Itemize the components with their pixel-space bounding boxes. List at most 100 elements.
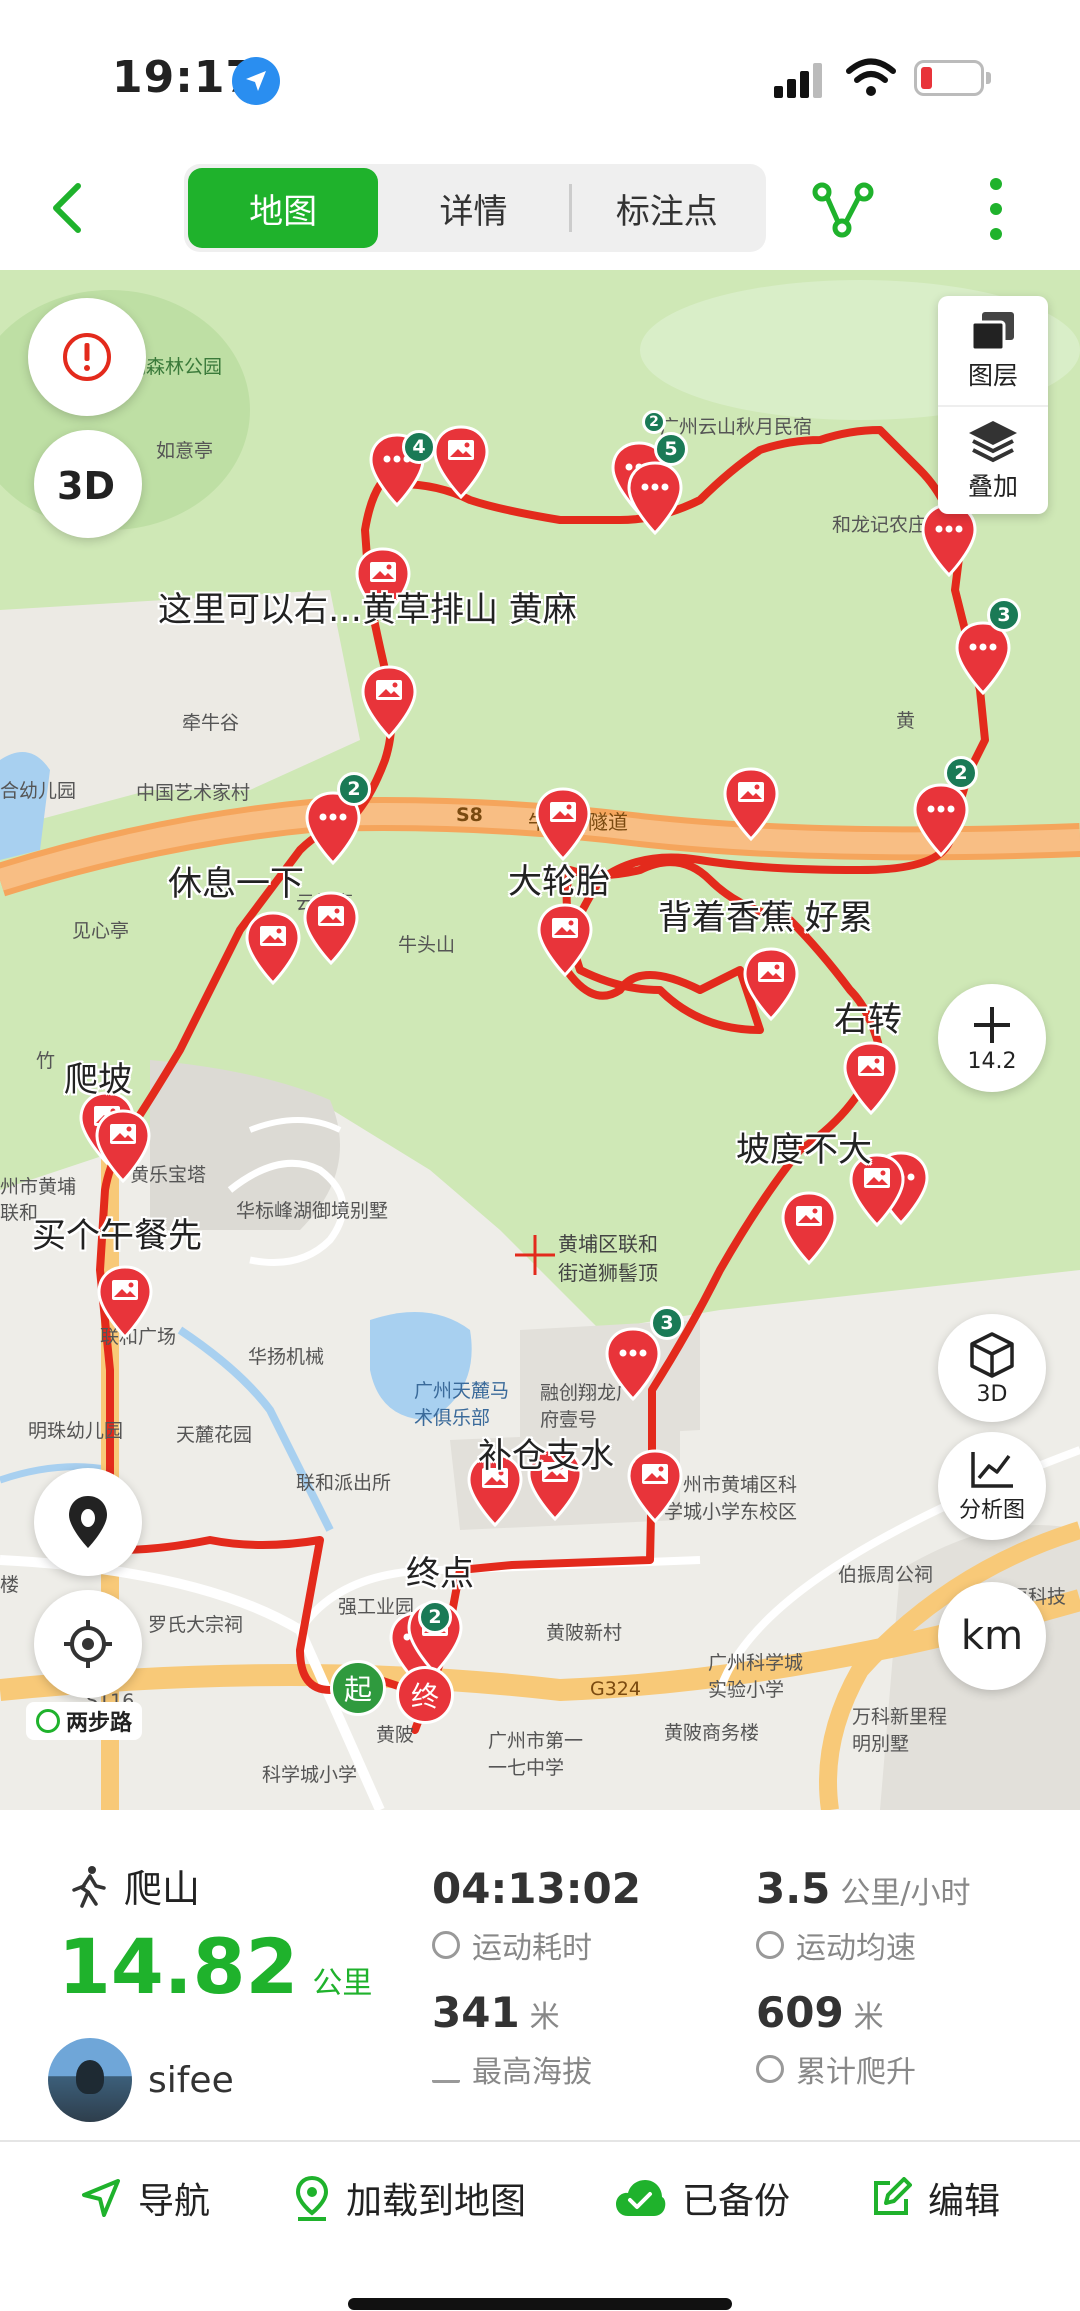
speedometer-icon <box>756 1931 784 1959</box>
map-label: 广州科学城实验小学 <box>708 1652 804 1701</box>
map-label: 如意亭 <box>156 440 214 462</box>
track-note[interactable]: 休息一下 <box>168 856 304 905</box>
photo-marker[interactable] <box>722 766 780 842</box>
map-label: 黄陂商务楼 <box>664 1722 760 1744</box>
photo-marker[interactable] <box>626 1448 684 1524</box>
track-note[interactable]: 大轮胎 <box>508 854 610 903</box>
edit-icon <box>874 2177 912 2215</box>
comment-marker[interactable] <box>604 1326 662 1402</box>
distance-unit: 公里 <box>312 1966 373 2001</box>
tab-details[interactable]: 详情 <box>378 168 568 248</box>
locate-button[interactable] <box>34 1590 142 1698</box>
photo-marker[interactable] <box>302 890 360 966</box>
report-button[interactable] <box>28 298 146 416</box>
photo-marker[interactable] <box>742 946 800 1022</box>
stat-avg-speed: 3.5 公里/小时 运动均速 <box>756 1864 971 1966</box>
photo-marker[interactable] <box>536 902 594 978</box>
unit-label: km <box>960 1613 1024 1659</box>
waypoint-badge: 2 <box>642 410 666 434</box>
tab-map[interactable]: 地图 <box>188 168 379 248</box>
map-label: 牛头山 <box>398 934 456 956</box>
mountain-icon <box>432 2055 460 2083</box>
location-arrow-icon <box>232 57 280 105</box>
comment-marker[interactable] <box>912 782 970 858</box>
navigate-button[interactable]: 导航 <box>80 2142 210 2254</box>
zoom-button[interactable]: 14.2 <box>938 984 1046 1092</box>
photo-marker[interactable] <box>780 1190 838 1266</box>
wifi-icon <box>846 58 896 96</box>
action-bar: 导航 加载到地图 已备份 编辑 <box>0 2140 1080 2252</box>
activity-type: 爬山 <box>66 1858 200 1913</box>
end-marker[interactable]: 终 <box>396 1666 454 1724</box>
plus-icon <box>974 1006 1010 1043</box>
start-marker[interactable]: 起 <box>330 1660 386 1716</box>
track-note[interactable]: 补仓支水 <box>478 1428 614 1477</box>
map-view[interactable]: 鹿湖森林公园 如意亭 广州云山秋月民宿 和龙记农庄 牵牛谷 中国艺术家村 合幼儿… <box>0 270 1080 1810</box>
line-chart-icon <box>971 1452 1013 1488</box>
waypoint-badge: 5 <box>654 432 688 466</box>
map-label: 牵牛谷 <box>182 712 240 734</box>
cube-3d-icon: 3D <box>57 464 115 508</box>
cellular-signal-icon <box>774 63 822 98</box>
tab-markers[interactable]: 标注点 <box>572 168 762 248</box>
share-icon[interactable] <box>812 178 874 240</box>
overlay-button[interactable]: 叠加 <box>938 405 1048 514</box>
view-3d-toggle[interactable]: 3D <box>34 430 142 538</box>
track-note[interactable]: 这里可以右…黄草排山 黄麻 <box>158 582 577 631</box>
photo-marker[interactable] <box>360 664 418 740</box>
map-label: G324 <box>590 1678 641 1700</box>
map-label: 黄陂新村 <box>546 1622 623 1644</box>
map-label: 华标峰湖御境别墅 <box>236 1200 389 1222</box>
analysis-button[interactable]: 分析图 <box>938 1432 1046 1540</box>
distance-value: 14.82 <box>58 1922 299 2011</box>
map-label: 伯振周公祠 <box>838 1564 934 1586</box>
waypoint-badge: 2 <box>944 756 978 790</box>
map-label: 广州市第一一七中学 <box>488 1730 584 1779</box>
photo-marker[interactable] <box>96 1264 154 1340</box>
load-to-map-button[interactable]: 加载到地图 <box>294 2142 526 2254</box>
warning-icon <box>63 333 111 381</box>
track-note[interactable]: 坡度不大 <box>736 1122 872 1171</box>
user-info[interactable]: sifee <box>48 2038 234 2122</box>
edit-button[interactable]: 编辑 <box>870 2142 1000 2254</box>
photo-marker[interactable] <box>94 1108 152 1184</box>
map-label: 黄陂 <box>376 1724 415 1746</box>
track-note[interactable]: 爬坡 <box>64 1052 132 1101</box>
track-note[interactable]: 背着香蕉 好累 <box>658 890 873 939</box>
nav-bar: 地图 详情 标注点 <box>0 150 1080 270</box>
hiking-icon <box>72 1865 106 1908</box>
photo-marker[interactable] <box>432 424 490 500</box>
map-pin-icon <box>295 2175 329 2221</box>
comment-marker[interactable] <box>626 460 684 536</box>
track-note[interactable]: 右转 <box>834 992 902 1041</box>
more-icon[interactable] <box>976 174 1016 244</box>
waypoint-badge: 2 <box>418 1600 452 1634</box>
map-label: 合幼儿园 <box>0 780 77 802</box>
map-label: 楼 <box>0 1574 20 1596</box>
unit-button[interactable]: km <box>938 1582 1046 1690</box>
map-label: 天麓花园 <box>176 1424 253 1446</box>
user-name: sifee <box>148 2059 234 2101</box>
track-note[interactable]: 终点 <box>406 1546 474 1595</box>
footprint-button[interactable] <box>34 1468 142 1576</box>
status-bar: 19:17 <box>0 0 1080 150</box>
photo-marker[interactable] <box>534 786 592 862</box>
cloud-check-icon <box>616 2180 666 2216</box>
stat-duration: 04:13:02 运动耗时 <box>432 1864 641 1966</box>
navigation-arrow-icon <box>82 2179 120 2217</box>
liangbu-logo: 两步路 <box>26 1702 143 1740</box>
clock-icon <box>432 1931 460 1959</box>
back-icon[interactable] <box>40 178 100 238</box>
3d-button[interactable]: 3D <box>938 1314 1046 1422</box>
layers-button[interactable]: 图层 <box>938 296 1048 405</box>
photo-marker[interactable] <box>842 1040 900 1116</box>
map-label: S8 <box>456 804 483 826</box>
avatar[interactable] <box>48 2038 132 2122</box>
svg-text:3D: 3D <box>57 464 115 508</box>
backup-status-button[interactable]: 已备份 <box>614 2142 790 2254</box>
track-note[interactable]: 买个午餐先 <box>32 1208 202 1257</box>
map-label: 科学城小学 <box>262 1764 358 1786</box>
stats-panel: 爬山 14.82 公里 sifee 04:13:02 运动耗时 3.5 公里/小时… <box>0 1810 1080 2140</box>
photo-marker[interactable] <box>244 910 302 986</box>
map-label: 竹 <box>36 1050 56 1072</box>
